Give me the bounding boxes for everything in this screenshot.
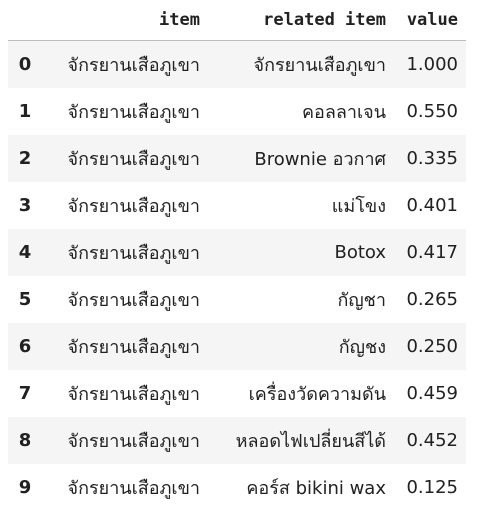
value-cell: 0.250 [406, 336, 458, 357]
row-index: 0 [18, 54, 32, 75]
table-row: 1 จักรยานเสือภูเขา คอลลาเจน 0.550 [8, 88, 466, 135]
table-row: 7 จักรยานเสือภูเขา เครื่องวัดความดัน 0.4… [8, 370, 466, 417]
index-column-header [8, 0, 42, 41]
table-row: 3 จักรยานเสือภูเขา แม่โขง 0.401 [8, 182, 466, 229]
related-item-cell: Botox [334, 242, 386, 263]
item-cell: จักรยานเสือภูเขา [67, 290, 200, 311]
row-index: 2 [18, 148, 32, 169]
item-cell: จักรยานเสือภูเขา [67, 243, 200, 264]
item-cell: จักรยานเสือภูเขา [67, 55, 200, 76]
table-row: 8 จักรยานเสือภูเขา หลอดไฟเปลี่ยนสีได้ 0.… [8, 417, 466, 464]
related-item-column-header: related item [208, 0, 394, 41]
table-body: 0 จักรยานเสือภูเขา จักรยานเสือภูเขา 1.00… [8, 40, 466, 511]
value-cell: 0.265 [406, 289, 458, 310]
row-index: 1 [18, 101, 32, 122]
row-index: 9 [18, 477, 32, 498]
item-cell: จักรยานเสือภูเขา [67, 196, 200, 217]
table-row: 5 จักรยานเสือภูเขา กัญชา 0.265 [8, 276, 466, 323]
table-header: item related item value [8, 0, 466, 41]
related-item-cell: คอร์ส bikini wax [246, 478, 386, 499]
row-index: 6 [18, 336, 32, 357]
item-cell: จักรยานเสือภูเขา [67, 102, 200, 123]
item-cell: จักรยานเสือภูเขา [67, 149, 200, 170]
item-cell: จักรยานเสือภูเขา [67, 384, 200, 405]
row-index: 3 [18, 195, 32, 216]
related-item-cell: แม่โขง [331, 196, 386, 217]
value-cell: 0.335 [406, 148, 458, 169]
related-item-cell: เครื่องวัดความดัน [248, 384, 386, 405]
row-index: 8 [18, 430, 32, 451]
row-index: 5 [18, 289, 32, 310]
value-cell: 0.452 [406, 430, 458, 451]
related-item-cell: กัญชา [337, 290, 386, 311]
table-row: 9 จักรยานเสือภูเขา คอร์ส bikini wax 0.12… [8, 464, 466, 511]
value-cell: 0.550 [406, 101, 458, 122]
header-row: item related item value [8, 0, 466, 41]
value-column-header: value [394, 0, 466, 41]
related-item-cell: จักรยานเสือภูเขา [253, 55, 386, 76]
row-index: 7 [18, 383, 32, 404]
related-item-cell: Brownie อวกาศ [254, 149, 386, 170]
value-cell: 0.459 [406, 383, 458, 404]
table-row: 0 จักรยานเสือภูเขา จักรยานเสือภูเขา 1.00… [8, 40, 466, 88]
value-cell: 0.401 [406, 195, 458, 216]
related-item-cell: กัญชง [338, 337, 386, 358]
value-cell: 0.125 [406, 477, 458, 498]
table-row: 2 จักรยานเสือภูเขา Brownie อวกาศ 0.335 [8, 135, 466, 182]
item-column-header: item [42, 0, 208, 41]
related-item-cell: หลอดไฟเปลี่ยนสีได้ [235, 431, 386, 452]
item-cell: จักรยานเสือภูเขา [67, 337, 200, 358]
table-row: 6 จักรยานเสือภูเขา กัญชง 0.250 [8, 323, 466, 370]
value-cell: 1.000 [406, 54, 458, 75]
row-index: 4 [18, 242, 32, 263]
item-cell: จักรยานเสือภูเขา [67, 478, 200, 499]
dataframe-table: item related item value 0 จักรยานเสือภูเ… [8, 0, 466, 511]
related-item-cell: คอลลาเจน [301, 102, 386, 123]
table-row: 4 จักรยานเสือภูเขา Botox 0.417 [8, 229, 466, 276]
value-cell: 0.417 [406, 242, 458, 263]
item-cell: จักรยานเสือภูเขา [67, 431, 200, 452]
